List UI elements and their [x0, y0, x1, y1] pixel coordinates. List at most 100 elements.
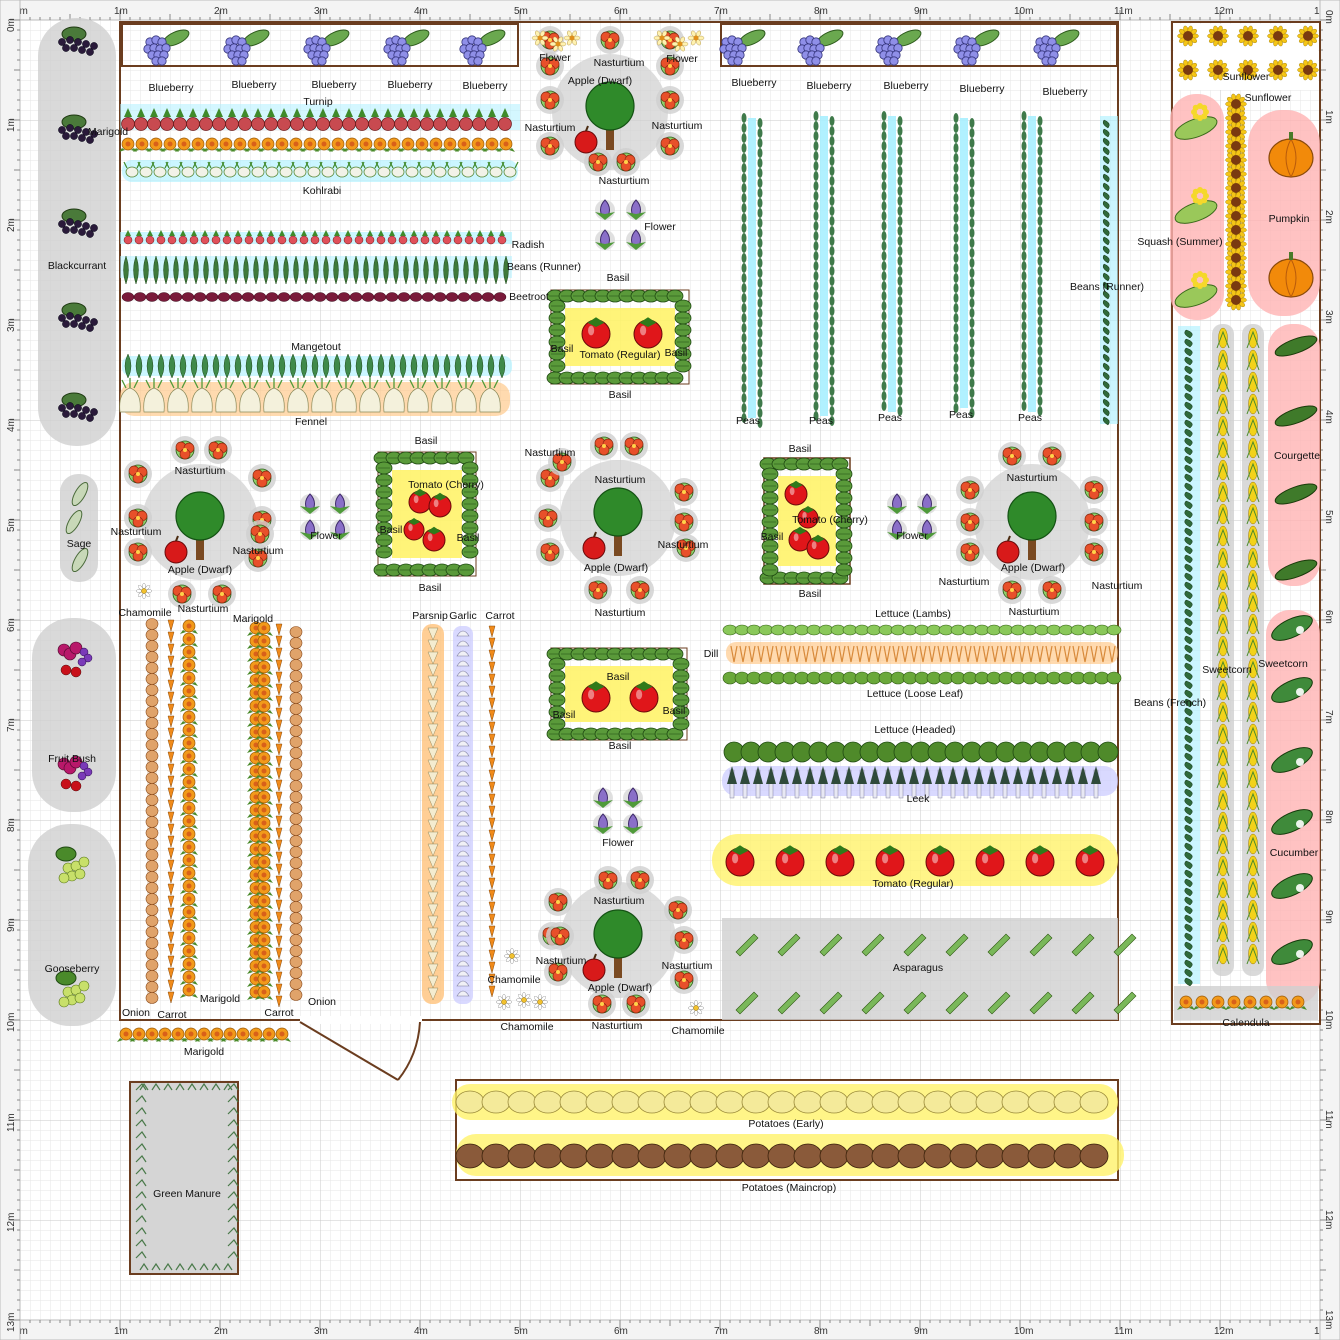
kohlrabi-mark — [475, 166, 489, 178]
label-nasturtium: Nasturtium — [525, 447, 576, 459]
label-radish: Radish — [512, 239, 545, 251]
turnip-mark — [459, 117, 473, 131]
kohlrabi-mark — [489, 166, 503, 178]
label-basil: Basil — [789, 443, 812, 455]
label-fennel: Fennel — [295, 416, 327, 428]
beetroot-mark — [433, 292, 447, 302]
label-flower: Flower — [644, 221, 676, 233]
potato-maincrop-mark — [455, 1143, 485, 1169]
label-kohlrabi: Kohlrabi — [303, 185, 342, 197]
label-apple-dwarf: Apple (Dwarf) — [168, 564, 232, 576]
radish-mark — [398, 235, 408, 245]
ruler-tick-label: 2m — [1323, 210, 1334, 224]
calendula-row — [1174, 986, 1318, 1020]
potato-maincrop-mark — [923, 1143, 953, 1169]
ruler-tick-label: 5m — [6, 518, 17, 532]
label-tomato-cherry: Tomato (Cherry) — [408, 479, 484, 491]
potato-maincrop-mark — [871, 1143, 901, 1169]
radish-mark — [222, 235, 232, 245]
blackcurrant-berry-mark — [62, 226, 70, 234]
blackcurrant-bushes — [38, 18, 116, 446]
blackcurrant-berry-mark — [66, 36, 74, 44]
turnip-mark — [160, 117, 174, 131]
ruler-tick-label: 8m — [1323, 810, 1334, 824]
turnip-mark — [433, 117, 447, 131]
label-peas: Peas — [736, 415, 760, 427]
label-basil: Basil — [551, 343, 574, 355]
ruler-tick-label: 13m — [6, 1313, 17, 1332]
label-asparagus: Asparagus — [893, 962, 943, 974]
potatoes-maincrop-row — [455, 1134, 1124, 1176]
label-nasturtium: Nasturtium — [662, 960, 713, 972]
label-blueberry: Blueberry — [807, 80, 853, 92]
blackcurrant-berry-mark — [66, 124, 74, 132]
turnip-mark — [134, 117, 148, 131]
radish-mark — [145, 235, 155, 245]
potato-early-mark — [819, 1090, 849, 1114]
label-onion: Onion — [122, 1007, 150, 1019]
fruit-mark — [77, 771, 87, 781]
turnip-mark — [277, 117, 291, 131]
label-tomato-regular: Tomato (Regular) — [872, 878, 953, 890]
sunflower-column — [1225, 93, 1247, 311]
potato-early-mark — [767, 1090, 797, 1114]
label-basil: Basil — [609, 740, 632, 752]
blackcurrant-berry-mark — [66, 312, 74, 320]
ruler-tick-label: 5m — [514, 6, 528, 17]
potato-maincrop-mark — [663, 1143, 693, 1169]
potato-early-mark — [637, 1090, 667, 1114]
label-peas: Peas — [1018, 412, 1042, 424]
ruler-tick-label: 7m — [1323, 710, 1334, 724]
label-chamomile: Chamomile — [118, 607, 171, 619]
fennel-row — [119, 378, 510, 416]
pumpkin-mark — [1268, 258, 1314, 298]
pea-row — [881, 111, 903, 416]
ruler-tick-label: 11m — [1114, 6, 1133, 17]
label-turnip: Turnip — [303, 96, 333, 108]
label-blueberry: Blueberry — [1043, 86, 1089, 98]
label-carrot: Carrot — [264, 1007, 293, 1019]
blackcurrant-berry-mark — [78, 228, 86, 236]
kohlrabi-mark — [279, 166, 293, 178]
turnip-mark — [316, 117, 330, 131]
blackcurrant-berry-mark — [70, 226, 78, 234]
label-nasturtium: Nasturtium — [595, 474, 646, 486]
label-nasturtium: Nasturtium — [652, 120, 703, 132]
ruler-tick-label: 12m — [1214, 6, 1233, 17]
label-basil: Basil — [380, 524, 403, 536]
kohlrabi-row — [122, 160, 519, 182]
fruit-mark — [70, 666, 82, 678]
blackcurrant-berry-mark — [90, 408, 98, 416]
ruler-left: 0m 1m 2m 3m 4m 5m 6m 7m 8m 9m 10m 11m 12m 13m — [0, 0, 21, 1340]
radish-mark — [266, 235, 276, 245]
blackcurrant-berry-mark — [70, 320, 78, 328]
radish-mark — [343, 235, 353, 245]
radish-mark — [310, 235, 320, 245]
label-mangetout: Mangetout — [291, 341, 341, 353]
cucumber-highlight-mark — [1296, 626, 1304, 634]
label-beans-runner: Beans (Runner) — [1070, 281, 1144, 293]
potato-early-mark — [1053, 1090, 1083, 1114]
potato-maincrop-mark — [897, 1143, 927, 1169]
kohlrabi-mark — [363, 166, 377, 178]
green-manure-bed[interactable] — [129, 1081, 239, 1275]
mangetout-row — [122, 353, 512, 379]
radish-mark — [299, 235, 309, 245]
beetroot-mark — [313, 292, 327, 302]
ruler-tick-label: 1m — [1323, 110, 1334, 124]
beetroot-mark — [325, 292, 339, 302]
radish-mark — [387, 235, 397, 245]
ruler-tick-label: 9m — [914, 6, 928, 17]
label-potatoes-maincrop: Potatoes (Maincrop) — [742, 1182, 837, 1194]
label-basil: Basil — [799, 588, 822, 600]
kohlrabi-mark — [321, 166, 335, 178]
label-sweetcorn: Sweetcorn — [1202, 664, 1252, 676]
radish-mark — [123, 235, 133, 245]
turnip-mark — [173, 117, 187, 131]
label-flower: Flower — [896, 530, 928, 542]
potato-maincrop-mark — [949, 1143, 979, 1169]
potatoes-early-row — [452, 1084, 1118, 1120]
label-apple-dwarf: Apple (Dwarf) — [588, 982, 652, 994]
kohlrabi-mark — [461, 166, 475, 178]
squash-flower-mark — [1201, 272, 1208, 279]
